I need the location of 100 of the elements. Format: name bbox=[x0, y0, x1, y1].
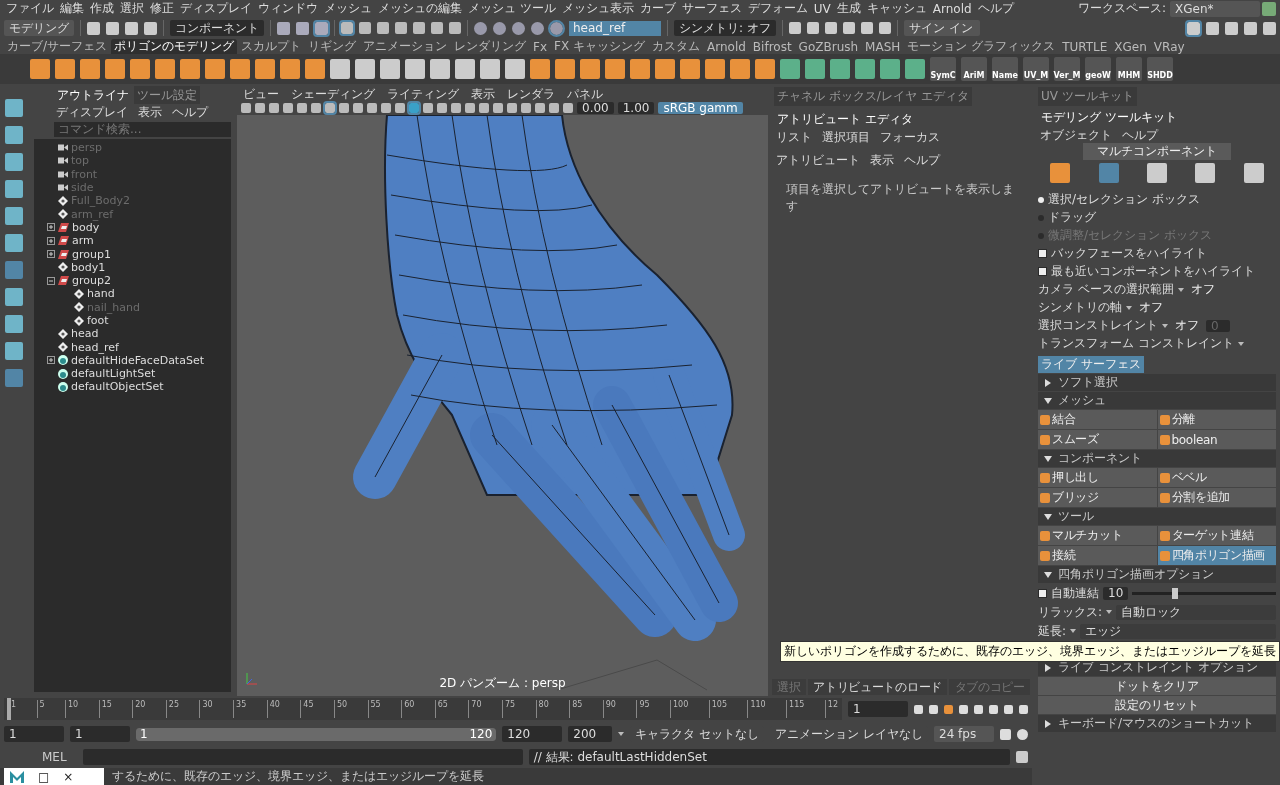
expand-toggle-icon[interactable] bbox=[47, 356, 55, 365]
script-language-label[interactable]: MEL bbox=[4, 750, 77, 764]
outliner-item[interactable]: defaultHideFaceDataSet bbox=[71, 353, 204, 367]
action-button[interactable]: ドットをクリア bbox=[1038, 677, 1276, 695]
expand-toggle-icon[interactable] bbox=[47, 236, 55, 245]
tool-button[interactable]: マルチカット bbox=[1038, 526, 1157, 545]
exposure-field[interactable]: 0.00 bbox=[577, 102, 614, 114]
shelf-tab[interactable]: GoZBrush bbox=[795, 39, 862, 54]
tool-button[interactable]: 接続 bbox=[1038, 546, 1157, 565]
expand-triangle-icon[interactable] bbox=[1044, 663, 1052, 672]
selection-mode-dropdown[interactable]: コンポーネント bbox=[170, 20, 264, 36]
panel-tab[interactable]: UV ツールキット bbox=[1038, 87, 1137, 106]
dropdown-caret-icon[interactable] bbox=[618, 732, 625, 736]
menu-item[interactable]: 表示 bbox=[136, 103, 164, 121]
option-dropdown[interactable]: エッジ bbox=[1080, 623, 1276, 639]
menu-item[interactable]: パネル bbox=[565, 85, 605, 103]
option-dropdown[interactable]: 自動ロック bbox=[1116, 604, 1276, 620]
shelf-tab[interactable]: VRay bbox=[1150, 39, 1188, 54]
menu-item[interactable]: ヘルプ bbox=[1120, 126, 1160, 144]
taskbar-window[interactable]: □ × bbox=[4, 768, 104, 785]
outliner-item[interactable]: head bbox=[71, 327, 99, 341]
menu-item[interactable]: レンダラ bbox=[505, 85, 557, 103]
menu-item[interactable]: 編集 bbox=[58, 0, 86, 17]
menu-item[interactable]: リスト bbox=[774, 129, 814, 146]
mode-dropdown[interactable]: モデリング bbox=[4, 20, 74, 36]
menu-item[interactable]: UV bbox=[811, 1, 833, 16]
expand-toggle-icon[interactable] bbox=[47, 250, 55, 258]
menu-item[interactable]: ディスプレイ bbox=[54, 103, 130, 121]
gamma-field[interactable]: 1.00 bbox=[617, 102, 655, 114]
menu-item[interactable]: 作成 bbox=[88, 0, 116, 17]
menu-item[interactable]: 選択 bbox=[118, 0, 146, 17]
menu-item[interactable]: 修正 bbox=[148, 0, 176, 17]
menu-item[interactable]: シェーディング bbox=[289, 85, 377, 103]
outliner-item[interactable]: group2 bbox=[72, 274, 111, 288]
shelf-tab[interactable]: カスタム bbox=[649, 39, 703, 54]
radio-button[interactable] bbox=[1038, 196, 1044, 203]
workspace-dropdown[interactable]: XGen* bbox=[1170, 0, 1260, 17]
menu-item[interactable]: メッシュ表示 bbox=[559, 0, 636, 17]
window-control[interactable]: □ bbox=[38, 769, 50, 784]
outliner-item[interactable]: hand bbox=[87, 287, 115, 301]
outliner-item[interactable]: head_ref bbox=[71, 340, 119, 354]
menu-item[interactable]: 生成 bbox=[834, 0, 863, 17]
time-slider[interactable]: 1 5 10 15 20 25 30 35 40 45 50 55 60 65 70 75 80 85 90 95 100 105 110 115 12 bbox=[4, 698, 842, 720]
dropdown-caret-icon[interactable] bbox=[1177, 287, 1184, 292]
slider-thumb[interactable] bbox=[1172, 587, 1179, 599]
panel-tab[interactable]: チャネル ボックス/レイヤ エディタ bbox=[774, 87, 972, 106]
menu-item[interactable]: オブジェクト bbox=[1038, 126, 1114, 144]
outliner-item[interactable]: defaultLightSet bbox=[71, 367, 156, 381]
menu-item[interactable]: ビュー bbox=[241, 85, 281, 103]
menu-item[interactable]: Arnold bbox=[930, 1, 974, 16]
shelf-tab[interactable]: Arnold bbox=[704, 39, 749, 54]
shelf-tab[interactable]: アニメーション bbox=[360, 39, 451, 54]
shelf-tab[interactable]: Bifrost bbox=[749, 39, 795, 54]
menu-item[interactable]: ウィンドウ bbox=[256, 0, 320, 17]
command-input-field[interactable] bbox=[82, 749, 523, 765]
menu-item[interactable]: ディスプレイ bbox=[178, 0, 254, 17]
menu-item[interactable]: キャッシュ bbox=[864, 0, 929, 17]
shelf-tool[interactable]: SHDD bbox=[1147, 57, 1173, 81]
tool-button[interactable]: 分離 bbox=[1157, 410, 1276, 429]
option-dropdown[interactable]: オフ bbox=[1172, 317, 1202, 334]
shelf-tool[interactable]: MHM bbox=[1116, 57, 1142, 81]
menu-item[interactable]: アトリビュート bbox=[774, 152, 862, 169]
outliner-item[interactable]: body bbox=[72, 220, 100, 234]
action-button[interactable]: 設定のリセット bbox=[1038, 696, 1276, 714]
shelf-tab[interactable]: レンダリング bbox=[451, 39, 530, 54]
shelf-tab[interactable]: MASH bbox=[862, 39, 904, 54]
shelf-tool[interactable]: AriM bbox=[961, 57, 987, 81]
shelf-tool[interactable]: Ver_M bbox=[1054, 57, 1080, 81]
dropdown-caret-icon[interactable] bbox=[1126, 305, 1132, 310]
expand-triangle-icon[interactable] bbox=[1044, 378, 1052, 387]
expand-triangle-icon[interactable] bbox=[1044, 396, 1052, 405]
dropdown-caret-icon[interactable] bbox=[1106, 610, 1113, 614]
tool-button[interactable]: ターゲット連結 bbox=[1157, 526, 1276, 545]
menu-item[interactable]: メッシュ bbox=[322, 0, 374, 17]
shelf-tool[interactable]: Name bbox=[992, 57, 1018, 81]
menu-item[interactable]: ヘルプ bbox=[902, 152, 942, 169]
menu-item[interactable]: メッシュの編集 bbox=[376, 0, 464, 17]
menu-item[interactable]: サーフェス bbox=[679, 0, 744, 17]
menu-item[interactable]: 表示 bbox=[469, 85, 497, 103]
weld-value-field[interactable]: 10 bbox=[1103, 586, 1129, 600]
menu-item[interactable]: 選択項目 bbox=[820, 129, 872, 146]
tool-button[interactable]: 結合 bbox=[1038, 410, 1157, 429]
shelf-tab[interactable]: TURTLE bbox=[1059, 39, 1111, 54]
symmetry-dropdown[interactable]: シンメトリ: オフ bbox=[674, 20, 776, 36]
option-dropdown[interactable]: ライブ サーフェス bbox=[1038, 356, 1144, 373]
object-name-field[interactable]: head_ref bbox=[569, 20, 661, 36]
dropdown-caret-icon[interactable] bbox=[1162, 323, 1168, 328]
multi-component-button[interactable]: マルチコンポーネント bbox=[1083, 143, 1231, 160]
sign-in-dropdown[interactable]: サイン イン bbox=[903, 20, 980, 36]
shelf-tab[interactable]: FX キャッシング bbox=[551, 39, 648, 54]
dropdown-caret-icon[interactable] bbox=[1237, 341, 1244, 346]
shelf-tab[interactable]: カーブ/サーフェス bbox=[4, 39, 111, 54]
shelf-tool[interactable]: geoW bbox=[1085, 57, 1111, 81]
shelf-tab[interactable]: ポリゴンのモデリング bbox=[111, 39, 238, 54]
option-dropdown[interactable]: オフ bbox=[1136, 299, 1166, 316]
outliner-item[interactable]: foot bbox=[87, 314, 109, 327]
tool-button[interactable]: 四角ポリゴン描画 bbox=[1157, 546, 1276, 565]
checkbox[interactable] bbox=[1038, 267, 1047, 276]
playback-start-field[interactable]: 1 bbox=[70, 726, 130, 742]
collapse-toggle-icon[interactable] bbox=[47, 276, 55, 285]
